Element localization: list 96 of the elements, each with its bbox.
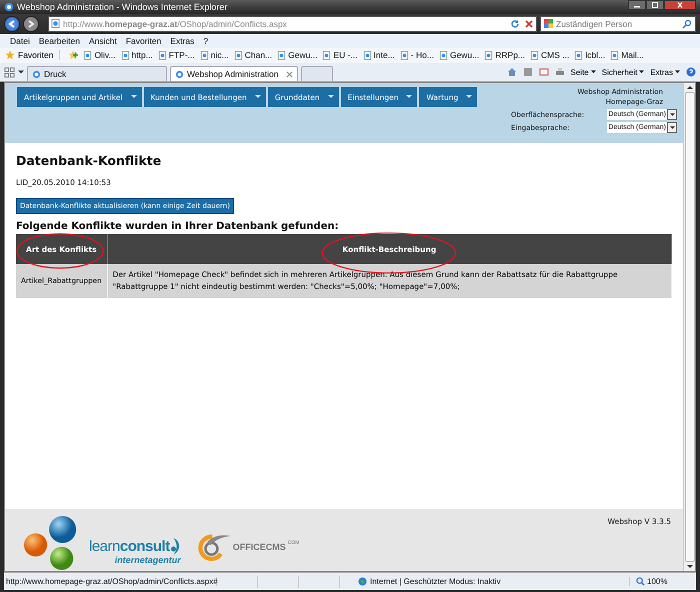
favorite-link[interactable]: FTP-... xyxy=(158,50,195,60)
favorite-link[interactable]: Gewu... xyxy=(277,50,318,60)
page-icon xyxy=(610,50,620,60)
url-text: http://www.homepage-graz.at/OShop/admin/Conflicts.aspx xyxy=(63,18,288,29)
close-button[interactable] xyxy=(664,0,696,10)
search-field[interactable]: Zuständigen Person xyxy=(556,18,679,29)
printer-icon[interactable] xyxy=(554,67,565,78)
browser-logo-icon xyxy=(32,70,41,79)
mail-icon[interactable] xyxy=(538,67,549,78)
command-menu[interactable]: Extras xyxy=(650,68,673,77)
caret-icon xyxy=(466,95,472,100)
page-icon xyxy=(277,50,286,60)
star-icon xyxy=(5,50,15,60)
add-favorite-icon[interactable] xyxy=(68,50,78,60)
officecms-logo-text: OFFICECMS xyxy=(232,542,286,552)
command-menu[interactable]: Sicherheit xyxy=(602,68,638,77)
scroll-thumb[interactable] xyxy=(684,92,694,562)
browser-logo-icon xyxy=(175,70,184,79)
page-icon xyxy=(438,50,448,60)
maximize-icon xyxy=(650,2,660,8)
status-url-text: http://www.homepage-graz.at/OShop/admin/Conflicts.aspx# xyxy=(6,577,218,586)
menu-item[interactable]: Favoriten xyxy=(126,36,162,46)
caret-icon[interactable] xyxy=(639,70,644,74)
page-icon xyxy=(158,50,167,60)
caret-icon xyxy=(254,95,261,100)
learnconsult-tagline: internetagentur xyxy=(114,555,181,566)
scroll-up-icon[interactable] xyxy=(686,85,692,90)
address-field[interactable]: http://www.homepage-graz.at/OShop/admin/Conflicts.aspx xyxy=(48,16,537,32)
favorite-link[interactable]: RRPp... xyxy=(484,50,526,60)
favorite-link[interactable]: Inte... xyxy=(362,50,395,60)
search-box[interactable]: Zuständigen Person xyxy=(540,16,696,32)
page-icon xyxy=(234,50,243,60)
home-icon[interactable] xyxy=(506,67,517,78)
page-heading: Datenbank-Konflikte xyxy=(16,153,162,168)
page-icon xyxy=(574,50,584,60)
scroll-down-icon[interactable] xyxy=(686,565,692,570)
help-icon[interactable] xyxy=(686,67,696,78)
swoosh-logo-icon xyxy=(170,538,181,556)
caret-icon xyxy=(670,112,674,117)
caret-icon[interactable] xyxy=(590,70,596,74)
zoom-icon xyxy=(636,577,645,586)
page-icon xyxy=(120,50,130,60)
favorite-link[interactable]: lcbl... xyxy=(574,50,606,60)
caret-icon xyxy=(130,95,137,100)
scrollbar[interactable] xyxy=(683,83,695,572)
command-menu[interactable]: Seite xyxy=(570,68,589,77)
minimize-button[interactable] xyxy=(628,0,646,10)
search-provider-icon[interactable] xyxy=(544,19,553,28)
menu-item[interactable]: Ansicht xyxy=(88,36,117,46)
favorites-button[interactable]: Favoriten xyxy=(5,50,60,60)
quick-tabs-icon[interactable] xyxy=(4,66,15,78)
menu-item[interactable]: Bearbeiten xyxy=(38,36,80,46)
favorite-link[interactable]: Oliv... xyxy=(83,50,116,60)
tab-label: Webshop Administration xyxy=(187,69,279,80)
page-icon xyxy=(51,19,60,28)
favorite-link[interactable]: http... xyxy=(120,50,153,60)
maximize-button[interactable] xyxy=(646,0,664,10)
favorite-link[interactable]: Chan... xyxy=(234,50,272,60)
close-tab-icon[interactable] xyxy=(286,70,293,78)
caret-icon[interactable] xyxy=(18,69,24,76)
window-title: Webshop Administration - Windows Internet Explorer xyxy=(17,2,228,12)
favorite-link[interactable]: Gewu... xyxy=(438,50,480,60)
stop-icon[interactable] xyxy=(524,18,534,29)
tab-label: Druck xyxy=(44,69,66,80)
learnconsult-logo-text: learnconsult xyxy=(89,538,170,556)
page-icon xyxy=(322,50,332,60)
caret-icon[interactable] xyxy=(675,70,680,74)
browser-tab[interactable]: Druck xyxy=(27,66,167,82)
zoom-level-text[interactable]: 100% xyxy=(647,577,668,586)
globe-icon xyxy=(358,577,367,586)
page-icon xyxy=(83,50,92,60)
menu-item[interactable]: Datei xyxy=(10,36,30,46)
caret-icon xyxy=(328,95,334,100)
page-icon xyxy=(200,50,209,60)
favorite-link[interactable]: EU -... xyxy=(322,50,358,60)
search-icon[interactable] xyxy=(682,18,692,29)
refresh-icon[interactable] xyxy=(510,18,520,29)
page-icon xyxy=(484,50,494,60)
favorite-link[interactable]: - Ho... xyxy=(400,50,434,60)
section-heading: Folgende Konflikte wurden in Ihrer Datenbank gefunden: xyxy=(16,221,339,232)
caret-icon xyxy=(670,126,674,130)
close-icon xyxy=(675,2,685,8)
page-icon xyxy=(530,50,540,60)
menu-item[interactable]: Extras xyxy=(170,36,194,46)
caret-icon xyxy=(406,95,412,100)
favorite-link[interactable]: nic... xyxy=(200,50,229,60)
page-icon xyxy=(362,50,372,60)
back-button[interactable] xyxy=(4,16,20,32)
menu-item[interactable]: ? xyxy=(203,36,208,46)
forward-button[interactable] xyxy=(23,16,39,32)
browser-tab[interactable]: Webshop Administration xyxy=(170,66,298,82)
page-icon xyxy=(400,50,409,60)
favorite-link[interactable]: Mail... xyxy=(610,50,644,60)
browser-logo-icon xyxy=(4,2,14,12)
security-zone-text: Internet | Geschützter Modus: Inaktiv xyxy=(370,577,501,586)
favorite-link[interactable]: CMS ... xyxy=(530,50,570,60)
